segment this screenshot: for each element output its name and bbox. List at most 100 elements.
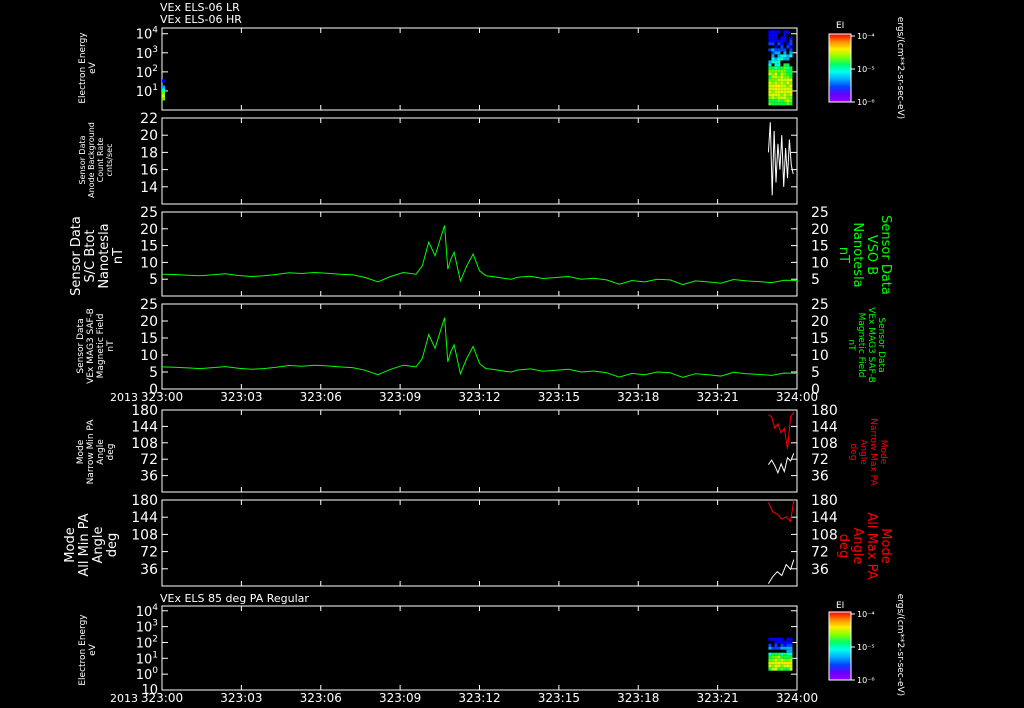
p1-heat-cell [789,87,793,91]
p7-heat-cell [768,667,772,671]
p3-right-label: Sensor Data VSO B Nanotesla nT [836,215,893,295]
p7-heat-cell [777,655,781,659]
p1-heat-cell [783,39,787,43]
p7-heat-cell [786,640,790,644]
p5-ytick-label-right: 180 [811,403,838,419]
p2-ytick-label: 16 [140,163,158,179]
p4-ytick-label: 0 [149,382,158,398]
p3-frame [161,211,798,297]
p4-ytick-label-right: 20 [811,314,829,330]
p1-heat-cell [789,51,793,55]
p7-heat-cell [786,658,790,662]
p7-heat-cell [774,664,778,668]
p6-ylabel-l4: deg [105,532,120,558]
p7-ylabel-l2: eV [88,644,98,656]
p1-heat-cell [780,54,784,58]
time-tick-label: 323:12 [458,390,500,404]
p1-heat-cell [768,72,772,76]
time-tick-label: 323:18 [617,691,659,705]
p1-heat-cell [777,39,781,43]
p1-heat-cell [768,102,772,106]
p5-ylabel: Mode Narrow Min PA Angle deg [76,420,116,485]
p7-heat-cell [789,667,793,671]
p4-ylabel-l1: Sensor Data [76,318,86,374]
time-tick-label: 323:03 [220,390,262,404]
p1-heat-cell [783,93,787,97]
p1-ylabel-l2: eV [88,62,98,74]
p1-heat-cell [777,99,781,103]
colorbar-2-tick-label: 10⁻⁶ [857,676,875,685]
p2-frame [161,117,798,205]
time-tick-label: 323:09 [379,390,421,404]
p3-ytick-label: 25 [140,205,158,221]
p3-ytick-label-right: 25 [811,205,829,221]
p1-heat-cell [771,36,775,40]
p1-heat-cell [774,60,778,64]
p1-heat-cell [771,30,775,34]
p1-heat-cell [786,99,790,103]
p1-heat-cell [786,30,790,34]
p1-heat-cell [777,30,781,34]
p1-heat-cell [774,78,778,82]
p2-ylabel-l2: Anode Background [87,122,96,198]
p1-heat-cell [777,51,781,55]
p1-heat-cell [777,66,781,70]
p1-heat-cell [789,102,793,106]
p4-ylabel-l4: nT [106,340,116,352]
p5-ylabel-l3: Angle [96,439,106,465]
p1-heat-cell [783,99,787,103]
p7-heat-cell [777,640,781,644]
p1-heat-cell [768,30,772,34]
p1-heat-cell [777,69,781,73]
p4-right-label: Sensor Data VEx MAG3 SAF-B Magnetic Fiel… [846,307,886,383]
p7-heat-cell [786,655,790,659]
p1-heat-cell [771,60,775,64]
p1-heat-cell [774,90,778,94]
p1-heat-cell [768,66,772,70]
p1-heat-cell [789,84,793,88]
p1-heat-cell [771,78,775,82]
p5-ylabel-l2: Narrow Min PA [86,419,96,485]
p7-heat-cell [768,661,772,665]
time-tick-label: 323:15 [538,691,580,705]
p7-heat-cell [768,646,772,650]
colorbar-1-tick-label: 10⁻⁴ [857,32,875,41]
p1-ylabel: Electron Energy eV [78,32,98,103]
p1-heat-cell [780,66,784,70]
time-tick-label: 323:12 [458,691,500,705]
p1-heat-cell [774,72,778,76]
p1-heat-cell [771,90,775,94]
p1-heat-cell [777,42,781,46]
p6-frame [161,499,798,587]
p1-heat-cell [774,102,778,106]
time-tick-label: 323:21 [697,691,739,705]
p1-heat-cell [789,42,793,46]
p1-heat-cell [780,93,784,97]
p1-heat-cell [768,60,772,64]
p5-right-label: Mode Narrow Max PA Angle deg [848,418,888,486]
p2-ytick-label: 20 [140,128,158,144]
p7-ytick-label: 101 [136,650,158,667]
p1-heat-cell [777,96,781,100]
p1-heat-cell [771,48,775,52]
p1-heat-cell [783,30,787,34]
p7-heat-cell [780,661,784,665]
time-tick-label: 323:09 [379,691,421,705]
p7-ytick-label: 103 [136,619,158,636]
p7-heat-cell [783,655,787,659]
p7-heat-cell [789,661,793,665]
p4-ytick-label-right: 15 [811,331,829,347]
p7-heat-cell [777,637,781,641]
p4-frame [161,303,798,390]
colorbar-1-tick-label: 10⁻⁶ [857,98,875,107]
p1-heat-cell [783,84,787,88]
p1-heat-cell [786,90,790,94]
p3-ylabel-l2: S/C Btot [83,229,98,283]
p6-series-0 [767,499,795,523]
p1-heat-cell [777,78,781,82]
p6-right-l2: All Max PA [864,512,879,580]
p3-ylabel-l4: nT [111,247,126,265]
p1-heat-cell [789,75,793,79]
p5-ylabel-l4: deg [106,443,116,461]
p4-ytick-label-right: 0 [811,382,820,398]
